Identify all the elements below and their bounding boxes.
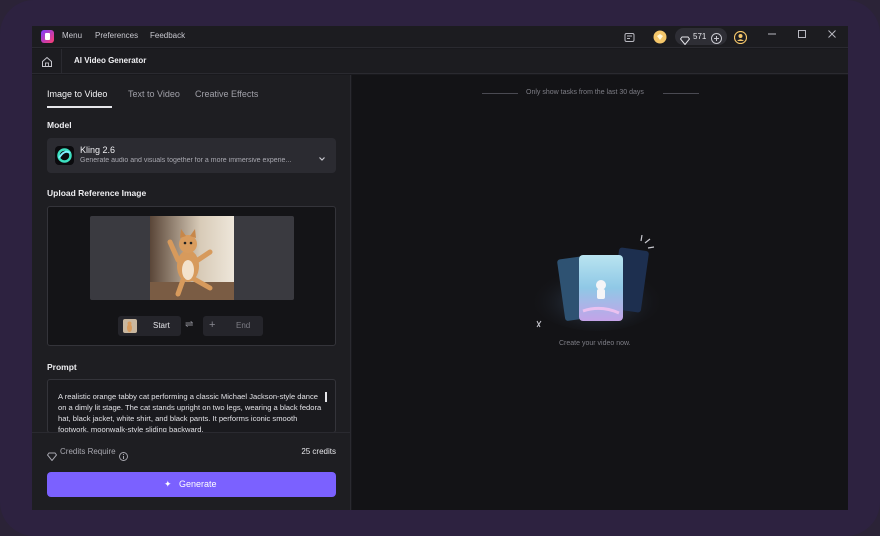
minimize-button[interactable] bbox=[765, 29, 779, 43]
prompt-textarea[interactable]: A realistic orange tabby cat performing … bbox=[47, 379, 336, 433]
settings-panel: Image to Video Text to Video Creative Ef… bbox=[32, 75, 351, 510]
history-notice: Only show tasks from the last 30 days bbox=[526, 89, 644, 96]
prompt-text: A realistic orange tabby cat performing … bbox=[58, 392, 322, 433]
swap-icon[interactable]: ⇌ bbox=[185, 319, 193, 330]
tab-image-to-video[interactable]: Image to Video bbox=[47, 89, 107, 99]
app-window: Menu Preferences Feedback 571 AI Video G… bbox=[32, 26, 848, 510]
scrollbar[interactable] bbox=[325, 392, 327, 402]
model-name: Kling 2.6 bbox=[80, 145, 116, 155]
menu-button[interactable]: Menu bbox=[62, 31, 82, 40]
empty-state-illustration bbox=[527, 234, 667, 335]
empty-state-text: Create your video now. bbox=[559, 340, 631, 347]
diamond-icon bbox=[679, 32, 691, 50]
active-tab-indicator bbox=[47, 106, 112, 108]
results-panel: Only show tasks from the last 30 days Cr… bbox=[352, 75, 848, 510]
image-preview bbox=[90, 216, 294, 300]
generate-button[interactable]: ✦ Generate bbox=[47, 472, 336, 497]
prompt-label: Prompt bbox=[47, 362, 77, 372]
credits-value: 25 credits bbox=[301, 447, 336, 456]
end-frame-button[interactable]: + End bbox=[203, 316, 263, 336]
breadcrumb: AI Video Generator bbox=[32, 49, 848, 74]
close-button[interactable] bbox=[825, 29, 839, 43]
home-icon[interactable] bbox=[41, 55, 53, 67]
notes-icon[interactable] bbox=[622, 30, 636, 44]
credits-balance[interactable]: 571 bbox=[675, 28, 727, 46]
app-logo-icon bbox=[41, 30, 54, 43]
notice-line-left bbox=[482, 93, 518, 94]
upload-label: Upload Reference Image bbox=[47, 188, 147, 198]
divider bbox=[32, 432, 351, 433]
end-label: End bbox=[236, 321, 251, 330]
diamond-icon bbox=[46, 448, 58, 466]
start-label: Start bbox=[153, 321, 170, 330]
tab-text-to-video[interactable]: Text to Video bbox=[128, 89, 180, 99]
model-description: Generate audio and visuals together for … bbox=[80, 157, 292, 164]
start-frame-button[interactable]: Start bbox=[118, 316, 181, 336]
nav-divider bbox=[61, 49, 62, 74]
model-select[interactable]: Kling 2.6 Generate audio and visuals tog… bbox=[47, 138, 336, 173]
user-badge-icon[interactable] bbox=[733, 30, 747, 44]
credits-require-row: Credits Require 25 credits bbox=[46, 447, 336, 462]
tab-creative-effects[interactable]: Creative Effects bbox=[195, 89, 258, 99]
preferences-button[interactable]: Preferences bbox=[95, 31, 138, 40]
upload-reference-area[interactable]: Start ⇌ + End bbox=[47, 206, 336, 346]
title-bar: Menu Preferences Feedback 571 bbox=[32, 26, 848, 48]
frame-selector: Start ⇌ + End bbox=[118, 316, 266, 336]
credits-require-label: Credits Require bbox=[60, 447, 116, 456]
info-icon[interactable] bbox=[119, 448, 128, 466]
feedback-button[interactable]: Feedback bbox=[150, 31, 185, 40]
start-thumbnail bbox=[123, 319, 137, 333]
maximize-button[interactable] bbox=[795, 29, 809, 43]
chevron-down-icon bbox=[318, 150, 326, 168]
credits-count: 571 bbox=[693, 32, 707, 41]
plus-icon[interactable] bbox=[711, 31, 722, 49]
plus-icon: + bbox=[209, 319, 216, 331]
page-title: AI Video Generator bbox=[74, 56, 147, 65]
coin-icon[interactable] bbox=[653, 30, 667, 44]
device-frame: Menu Preferences Feedback 571 AI Video G… bbox=[0, 0, 880, 536]
sparkle-icon: ✦ bbox=[164, 479, 172, 489]
generate-label: Generate bbox=[179, 479, 217, 489]
cat-image bbox=[150, 216, 234, 300]
model-label: Model bbox=[47, 120, 72, 130]
notice-line-right bbox=[663, 93, 699, 94]
kling-logo-icon bbox=[55, 146, 74, 165]
